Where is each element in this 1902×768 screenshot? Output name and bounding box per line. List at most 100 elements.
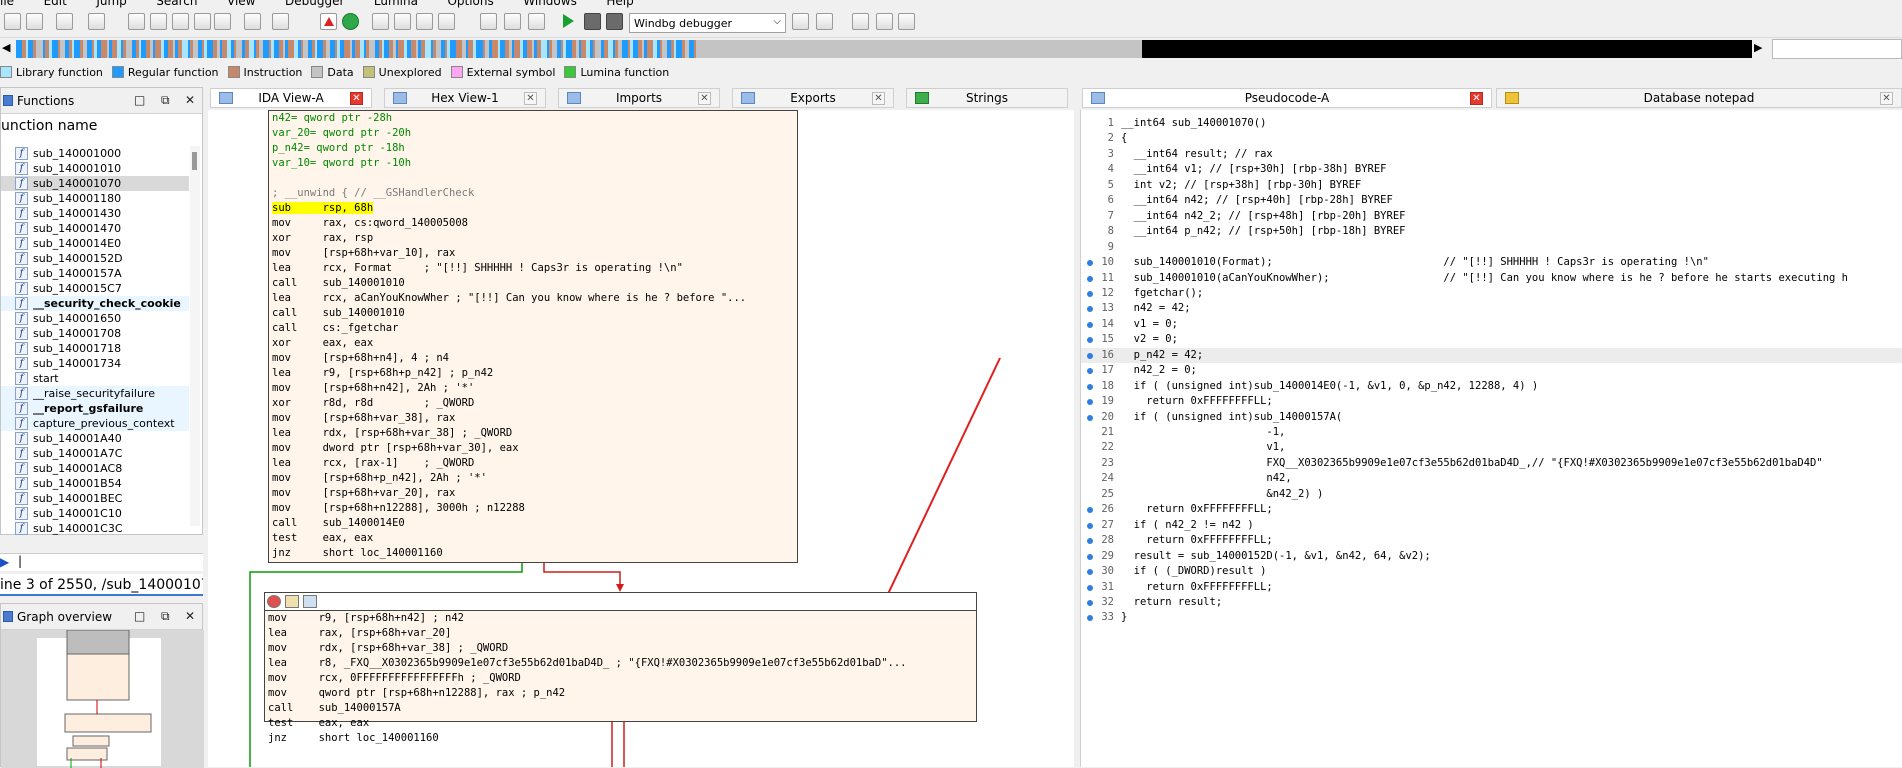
asm-line[interactable]: mov rdx, [rsp+68h+var_38] ; _QWORD — [265, 641, 976, 656]
lumina-icon[interactable] — [342, 13, 359, 30]
menu-windows[interactable]: Windows — [523, 0, 577, 8]
close-icon[interactable]: ✕ — [185, 609, 195, 623]
asm-line[interactable]: call sub_14000157A — [265, 701, 976, 716]
segment-icon[interactable] — [416, 13, 433, 30]
function-list-item[interactable]: f sub_140001180 — [1, 191, 189, 206]
function-list-item[interactable]: f __security_check_cookie — [1, 296, 189, 311]
function-list-item[interactable]: f sub_140001BEC — [1, 491, 189, 506]
function-list-item[interactable]: f sub_140001734 — [1, 356, 189, 371]
asm-line[interactable]: mov dword ptr [rsp+68h+var_30], eax — [269, 441, 797, 456]
pseudocode-line[interactable]: 13 n42 = 42; — [1081, 301, 1902, 316]
pseudocode-line[interactable]: 4 __int64 v1; // [rsp+30h] [rbp-38h] BYR… — [1081, 162, 1902, 177]
pseudocode-line[interactable]: 31 return 0xFFFFFFFFLL; — [1081, 580, 1902, 595]
close-icon[interactable]: ✕ — [698, 92, 711, 105]
asm-line[interactable]: mov rax, cs:qword_140005008 — [269, 216, 797, 231]
function-list-item[interactable]: f sub_140001470 — [1, 221, 189, 236]
asm-line[interactable]: test eax, eax — [265, 716, 976, 731]
asm-line[interactable]: lea rax, [rsp+68h+var_20] — [265, 626, 976, 641]
function-list-item[interactable]: f sub_1400014E0 — [1, 236, 189, 251]
asm-line[interactable]: var_10= qword ptr -10h — [269, 156, 797, 171]
function-list-item[interactable]: f sub_140001B54 — [1, 476, 189, 491]
close-icon[interactable]: ✕ — [524, 92, 537, 105]
forward-icon[interactable] — [88, 13, 105, 30]
function-list-item[interactable]: f sub_140001430 — [1, 206, 189, 221]
back-icon[interactable] — [56, 13, 73, 30]
pseudocode-line[interactable]: 33} — [1081, 610, 1902, 625]
asm-line[interactable]: call sub_140001010 — [269, 306, 797, 321]
asm-line[interactable]: lea rcx, Format ; "[!!] SHHHHH ! Caps3r … — [269, 261, 797, 276]
asm-line[interactable]: call sub_140001010 — [269, 276, 797, 291]
binary-search-icon[interactable] — [128, 13, 145, 30]
pseudocode-line[interactable]: 23 FXQ__X0302365b9909e1e07cf3e55b62d01ba… — [1081, 456, 1902, 471]
pseudocode-line[interactable]: 32 return result; — [1081, 595, 1902, 610]
breakpoint-list-icon[interactable] — [852, 13, 869, 30]
float-icon[interactable]: ⧉ — [161, 93, 170, 108]
function-list-item[interactable]: f sub_140001010 — [1, 161, 189, 176]
close-icon[interactable]: ✕ — [185, 93, 195, 107]
close-icon[interactable]: ✕ — [350, 92, 363, 105]
debugger-cfg-icon[interactable] — [816, 13, 833, 30]
close-icon[interactable]: ✕ — [1880, 92, 1893, 105]
pseudocode-line[interactable]: 9 — [1081, 240, 1902, 255]
data-icon[interactable] — [194, 13, 211, 30]
function-list-item[interactable]: f sub_140001A7C — [1, 446, 189, 461]
code-block-2[interactable]: mov r9, [rsp+68h+n42] ; n42 lea rax, [rsp… — [264, 592, 977, 744]
pseudocode-line[interactable]: 8 __int64 p_n42; // [rsp+50h] [rbp-18h] … — [1081, 224, 1902, 239]
asm-line[interactable]: sub rsp, 68h — [269, 201, 797, 216]
nav-address-field[interactable] — [1772, 39, 1902, 59]
asm-line[interactable]: var_20= qword ptr -20h — [269, 126, 797, 141]
open-icon[interactable] — [4, 13, 21, 30]
asm-line[interactable]: jnz short loc_140001160 — [265, 731, 976, 746]
tab-strings[interactable]: Strings — [906, 88, 1068, 108]
function-name-column-header[interactable]: unction name — [1, 114, 202, 140]
function-list-item[interactable]: f sub_140001718 — [1, 341, 189, 356]
asm-line[interactable]: mov [rsp+68h+p_n42], 2Ah ; '*' — [269, 471, 797, 486]
asm-line[interactable]: mov [rsp+68h+n12288], 3000h ; n12288 — [269, 501, 797, 516]
function-list-scrollbar[interactable] — [190, 146, 200, 526]
pseudocode-line[interactable]: 2{ — [1081, 131, 1902, 146]
asm-line[interactable]: lea r9, [rsp+68h+p_n42] ; p_n42 — [269, 366, 797, 381]
struct-icon[interactable] — [372, 13, 389, 30]
outline-icon[interactable] — [898, 13, 915, 30]
asm-line[interactable]: lea rcx, [rax-1] ; _QWORD — [269, 456, 797, 471]
navigation-band[interactable] — [16, 40, 1752, 58]
asm-line[interactable]: ; __unwind { // __GSHandlerCheck — [269, 186, 797, 201]
tab-database-notepad[interactable]: Database notepad ✕ — [1496, 88, 1902, 108]
pseudocode-line[interactable]: 22 v1, — [1081, 440, 1902, 455]
pseudocode-line[interactable]: 19 return 0xFFFFFFFFLL; — [1081, 394, 1902, 409]
menu-lumina[interactable]: Lumina — [374, 0, 418, 8]
function-list-item[interactable]: f sub_140001000 — [1, 146, 189, 161]
close-icon[interactable]: ✕ — [1470, 92, 1483, 105]
menu-view[interactable]: View — [227, 0, 255, 8]
undefine-icon[interactable] — [214, 13, 231, 30]
pseudocode-line[interactable]: 1 __int64 sub_140001070() — [1081, 116, 1902, 131]
pseudocode-line[interactable]: 3 __int64 result; // rax — [1081, 147, 1902, 162]
pseudocode-view[interactable]: 1 __int64 sub_140001070() 2{3 __int64 resu… — [1080, 110, 1902, 767]
menu-jump[interactable]: Jump — [96, 0, 126, 8]
color-block-icon[interactable] — [267, 595, 281, 608]
asm-line[interactable]: p_n42= qword ptr -18h — [269, 141, 797, 156]
asm-line[interactable]: mov [rsp+68h+var_10], rax — [269, 246, 797, 261]
asm-line[interactable]: mov [rsp+68h+n42], 2Ah ; '*' — [269, 381, 797, 396]
function-list-item[interactable]: f sub_140001A40 — [1, 431, 189, 446]
asm-line[interactable] — [269, 171, 797, 186]
menu-help[interactable]: Help — [606, 0, 633, 8]
asm-line[interactable]: xor eax, eax — [269, 336, 797, 351]
asm-line[interactable]: call cs:_fgetchar — [269, 321, 797, 336]
pseudocode-line[interactable]: 7 __int64 n42_2; // [rsp+48h] [rbp-20h] … — [1081, 209, 1902, 224]
enum-icon[interactable] — [394, 13, 411, 30]
asm-line[interactable]: xor rax, rsp — [269, 231, 797, 246]
function-list-item[interactable]: f __report_gsfailure — [1, 401, 189, 416]
group-block-icon[interactable] — [303, 595, 317, 608]
function-list-item[interactable]: f sub_140001070 — [1, 176, 189, 191]
asm-line[interactable]: mov [rsp+68h+var_38], rax — [269, 411, 797, 426]
pseudocode-line[interactable]: 10 sub_140001010(Format); // "[!!] SHHHH… — [1081, 255, 1902, 270]
asm-line[interactable]: mov [rsp+68h+n4], 4 ; n4 — [269, 351, 797, 366]
asm-line[interactable]: jnz short loc_140001160 — [269, 546, 797, 561]
asm-line[interactable]: n42= qword ptr -28h — [269, 111, 797, 126]
function-list-item[interactable]: f sub_140001C3C — [1, 521, 189, 536]
save-icon[interactable] — [26, 13, 43, 30]
function-list-item[interactable]: f capture_previous_context — [1, 416, 189, 431]
function-list-item[interactable]: f sub_140001650 — [1, 311, 189, 326]
nav-right-arrow-icon[interactable]: ▶ — [1754, 41, 1762, 54]
